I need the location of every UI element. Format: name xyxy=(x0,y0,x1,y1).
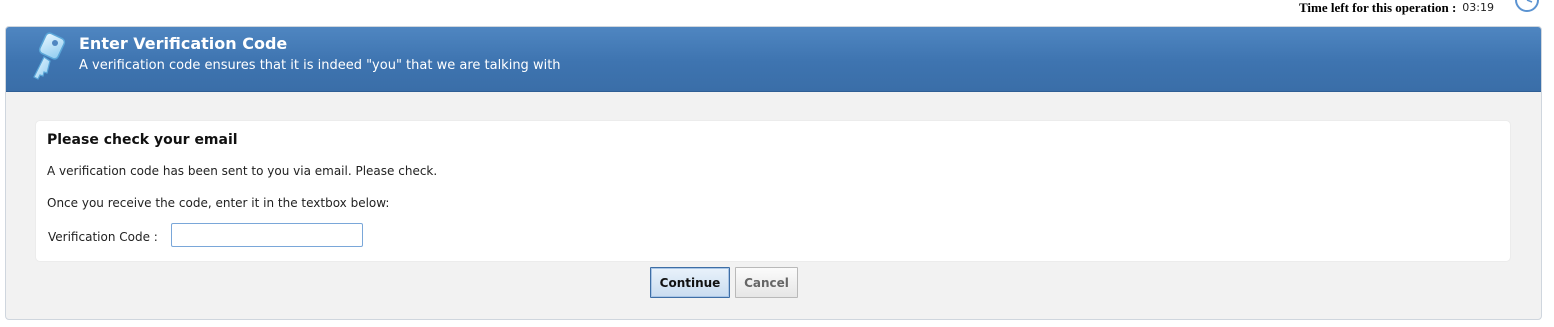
instruction-sent: A verification code has been sent to you… xyxy=(47,164,438,178)
panel-heading: Please check your email xyxy=(47,132,238,148)
timer-label: Time left for this operation : xyxy=(1298,0,1457,15)
timer-bar: Time left for this operation : 03:19 xyxy=(1299,0,1540,22)
verification-dialog: Enter Verification Code A verification c… xyxy=(5,26,1542,320)
timer-value: 03:19 xyxy=(1462,1,1494,14)
action-buttons: Continue Cancel xyxy=(650,267,798,298)
verification-code-input[interactable] xyxy=(171,223,363,247)
page-subtitle: A verification code ensures that it is i… xyxy=(79,58,561,73)
cancel-button[interactable]: Cancel xyxy=(735,267,798,298)
header-banner: Enter Verification Code A verification c… xyxy=(6,27,1541,92)
instruction-enter: Once you receive the code, enter it in t… xyxy=(47,196,390,210)
page-title: Enter Verification Code xyxy=(79,34,288,53)
verification-code-label: Verification Code : xyxy=(48,230,158,244)
key-icon xyxy=(24,31,70,89)
clock-icon xyxy=(1514,0,1540,16)
email-check-panel: Please check your email A verification c… xyxy=(35,120,1511,262)
continue-button[interactable]: Continue xyxy=(650,267,730,298)
